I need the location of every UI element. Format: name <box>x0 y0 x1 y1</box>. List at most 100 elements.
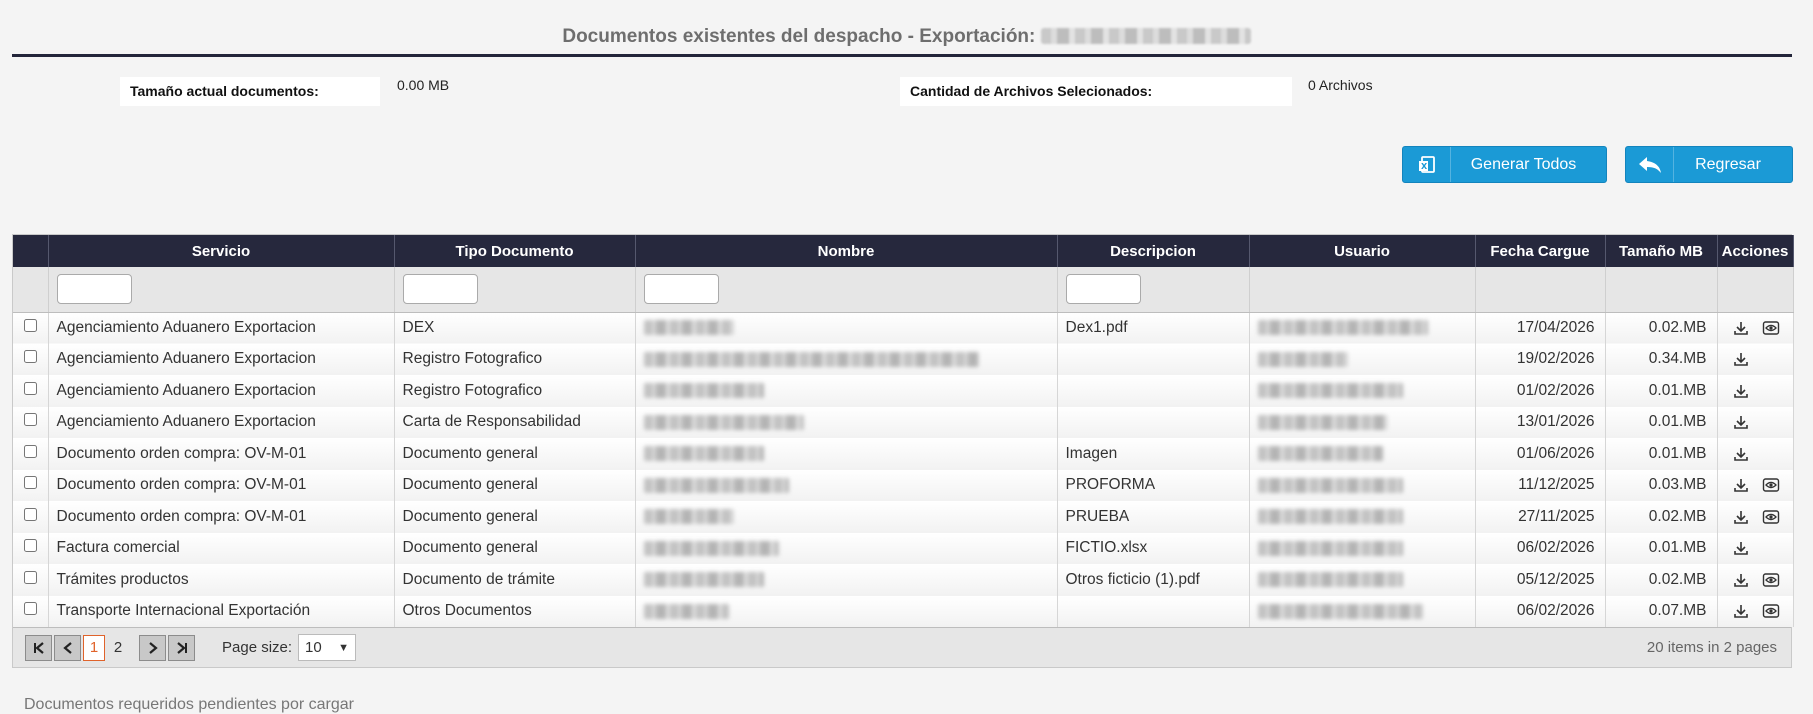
cell-servicio: Factura comercial <box>48 532 395 564</box>
row-checkbox[interactable] <box>23 602 37 616</box>
header-row: Servicio Tipo Documento Nombre Descripci… <box>13 235 1794 267</box>
filter-cell-fecha <box>1475 267 1606 313</box>
table-row[interactable]: Transporte Internacional Exportación Otro… <box>13 595 1794 627</box>
page-title: Documentos existentes del despacho - Exp… <box>0 26 1813 48</box>
row-checkbox[interactable] <box>23 507 37 521</box>
header-descripcion[interactable]: Descripcion <box>1057 235 1250 267</box>
filter-servicio-input[interactable] <box>56 274 132 305</box>
header-tamano[interactable]: Tamaño MB <box>1605 235 1718 267</box>
redacted-filename <box>643 540 779 556</box>
cell-tamano: 0.01.MB <box>1605 406 1718 438</box>
generate-all-label: Generar Todos <box>1470 155 1577 173</box>
cell-fecha: 01/06/2026 <box>1475 438 1606 470</box>
cell-nombre <box>635 343 1058 375</box>
back-button[interactable]: Regresar <box>1625 146 1793 183</box>
cell-nombre <box>635 406 1058 438</box>
header-usuario[interactable]: Usuario <box>1249 235 1476 267</box>
cell-nombre <box>635 375 1058 407</box>
table-row[interactable]: Agenciamiento Aduanero Exportacion Regist… <box>13 375 1794 407</box>
cell-descripcion <box>1057 375 1250 407</box>
row-checkbox[interactable] <box>23 350 37 364</box>
download-icon[interactable] <box>1731 445 1751 463</box>
download-icon[interactable] <box>1731 319 1751 337</box>
table-row[interactable]: Agenciamiento Aduanero Exportacion Carta … <box>13 406 1794 438</box>
row-checkbox[interactable] <box>23 319 37 332</box>
cell-acciones <box>1717 438 1794 470</box>
prev-page-button[interactable] <box>54 634 81 661</box>
cell-servicio: Documento orden compra: OV-M-01 <box>48 438 395 470</box>
back-label: Regresar <box>1695 155 1761 173</box>
header-nombre[interactable]: Nombre <box>635 235 1058 267</box>
filter-descripcion-input[interactable] <box>1065 274 1141 305</box>
page-1-button[interactable]: 1 <box>83 634 105 661</box>
cell-servicio: Agenciamiento Aduanero Exportacion <box>48 375 395 407</box>
cell-tipo: DEX <box>394 312 636 344</box>
size-value: 0.00 MB <box>397 77 450 93</box>
preview-icon[interactable] <box>1761 319 1781 337</box>
page-2-button[interactable]: 2 <box>107 639 129 656</box>
filter-cell-usuario <box>1249 267 1476 313</box>
cell-descripcion: PROFORMA <box>1057 469 1250 501</box>
next-page-button[interactable] <box>139 634 166 661</box>
filter-cell-tamano <box>1605 267 1718 313</box>
redacted-filename <box>643 446 764 462</box>
filter-cell-nombre <box>635 267 1058 313</box>
cell-usuario <box>1249 406 1476 438</box>
redacted-filename <box>643 320 734 336</box>
header-tipo[interactable]: Tipo Documento <box>394 235 636 267</box>
cell-nombre <box>635 469 1058 501</box>
redacted-user <box>1257 320 1428 336</box>
header-fecha[interactable]: Fecha Cargue <box>1475 235 1606 267</box>
first-page-button[interactable] <box>25 634 52 661</box>
row-checkbox[interactable] <box>23 570 37 584</box>
cell-tipo: Otros Documentos <box>394 595 636 627</box>
cell-tipo: Documento general <box>394 501 636 533</box>
cell-usuario <box>1249 595 1476 627</box>
preview-icon[interactable] <box>1761 571 1781 589</box>
cell-fecha: 05/12/2025 <box>1475 564 1606 596</box>
download-icon[interactable] <box>1731 571 1751 589</box>
cell-tamano: 0.02.MB <box>1605 312 1718 344</box>
download-icon[interactable] <box>1731 539 1751 557</box>
cell-tamano: 0.01.MB <box>1605 438 1718 470</box>
row-select-cell <box>13 375 49 407</box>
page-size-value: 10 <box>305 639 322 656</box>
cell-servicio: Agenciamiento Aduanero Exportacion <box>48 343 395 375</box>
row-checkbox[interactable] <box>23 539 37 553</box>
download-icon[interactable] <box>1731 382 1751 400</box>
download-icon[interactable] <box>1731 602 1751 620</box>
row-checkbox[interactable] <box>23 476 37 490</box>
download-icon[interactable] <box>1731 508 1751 526</box>
cell-fecha: 17/04/2026 <box>1475 312 1606 344</box>
header-servicio[interactable]: Servicio <box>48 235 395 267</box>
last-page-button[interactable] <box>168 634 195 661</box>
filter-nombre-input[interactable] <box>643 274 719 305</box>
page-size-select[interactable]: 10 ▼ <box>298 634 357 661</box>
table-row[interactable]: Documento orden compra: OV-M-01 Documento… <box>13 501 1794 533</box>
cell-acciones <box>1717 595 1794 627</box>
table-row[interactable]: Factura comercial Documento general FICTIO… <box>13 532 1794 564</box>
table-row[interactable]: Agenciamiento Aduanero Exportacion Regist… <box>13 343 1794 375</box>
cell-tipo: Carta de Responsabilidad <box>394 406 636 438</box>
table-row[interactable]: Documento orden compra: OV-M-01 Documento… <box>13 438 1794 470</box>
table-row[interactable]: Trámites productos Documento de trámite Ot… <box>13 564 1794 596</box>
preview-icon[interactable] <box>1761 476 1781 494</box>
cell-fecha: 27/11/2025 <box>1475 501 1606 533</box>
cell-descripcion: Dex1.pdf <box>1057 312 1250 344</box>
redacted-user <box>1257 477 1403 493</box>
row-checkbox[interactable] <box>23 381 37 395</box>
cell-tipo: Documento general <box>394 438 636 470</box>
row-checkbox[interactable] <box>23 413 37 427</box>
download-icon[interactable] <box>1731 413 1751 431</box>
preview-icon[interactable] <box>1761 508 1781 526</box>
filter-tipo-input[interactable] <box>402 274 478 305</box>
row-checkbox[interactable] <box>23 444 37 458</box>
download-icon[interactable] <box>1731 350 1751 368</box>
table-row[interactable]: Documento orden compra: OV-M-01 Documento… <box>13 469 1794 501</box>
filter-cell-servicio <box>48 267 395 313</box>
download-icon[interactable] <box>1731 476 1751 494</box>
preview-icon[interactable] <box>1761 602 1781 620</box>
cell-tamano: 0.34.MB <box>1605 343 1718 375</box>
table-row[interactable]: Agenciamiento Aduanero Exportacion DEX Dex… <box>13 312 1794 344</box>
generate-all-button[interactable]: X Generar Todos <box>1402 146 1607 183</box>
